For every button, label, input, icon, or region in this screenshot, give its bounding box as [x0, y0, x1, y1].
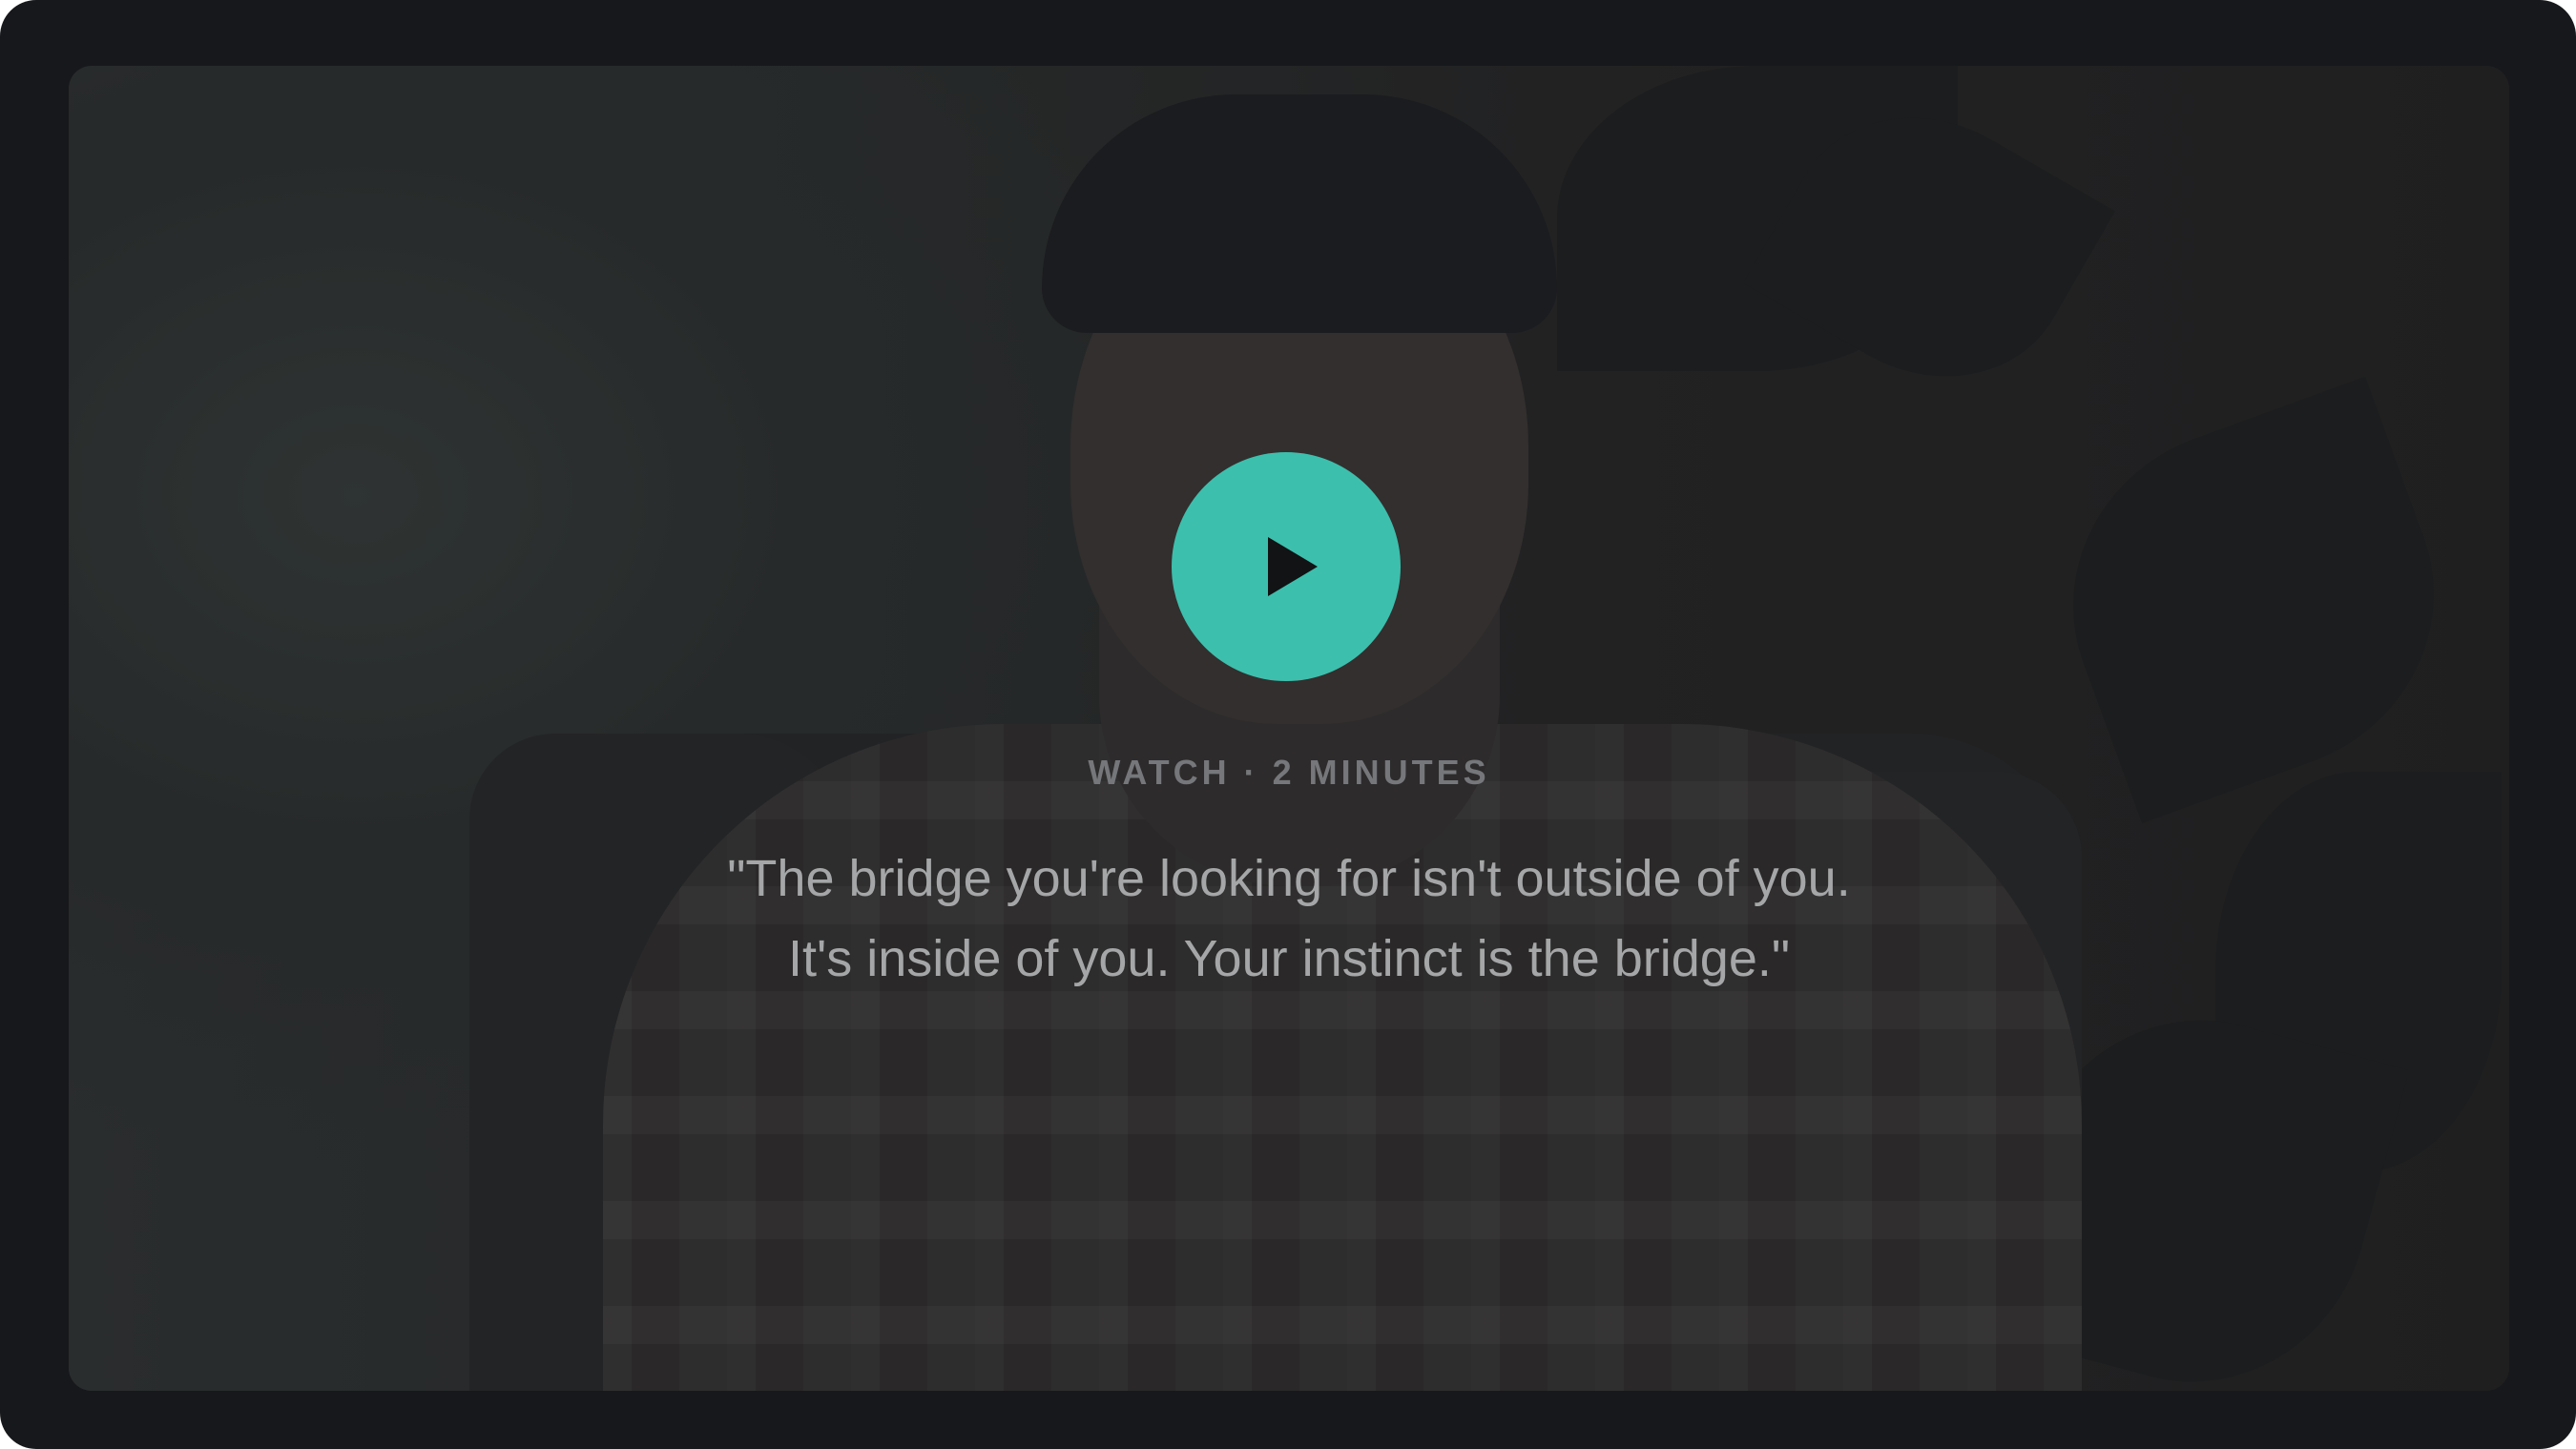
video-dim-overlay [69, 66, 2509, 1391]
quote-line-1: "The bridge you're looking for isn't out… [727, 850, 1851, 907]
watch-duration-label: WATCH · 2 MINUTES [1088, 753, 1490, 792]
play-icon [1268, 537, 1318, 596]
video-card-frame: WATCH · 2 MINUTES "The bridge you're loo… [0, 0, 2576, 1449]
video-player[interactable]: WATCH · 2 MINUTES "The bridge you're loo… [69, 66, 2509, 1391]
quote-line-2: It's inside of you. Your instinct is the… [787, 930, 1791, 987]
play-button[interactable] [1172, 452, 1401, 681]
video-quote: "The bridge you're looking for isn't out… [69, 838, 2509, 999]
